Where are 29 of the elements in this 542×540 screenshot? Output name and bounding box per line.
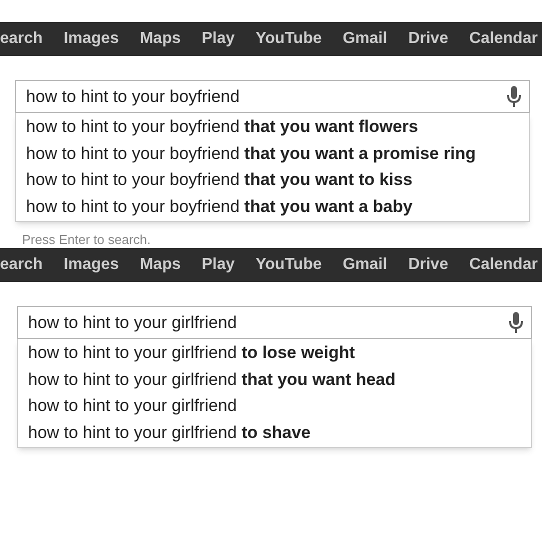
nav-link[interactable]: Calendar: [469, 253, 538, 277]
suggestion-item[interactable]: how to hint to your girlfriend that you want head: [18, 366, 531, 393]
nav-link[interactable]: YouTube: [256, 27, 322, 51]
suggestion-item[interactable]: how to hint to your boyfriend that you want a baby: [16, 194, 529, 220]
suggestion-item[interactable]: how to hint to your girlfriend to shave: [18, 420, 531, 446]
suggestion-item[interactable]: how to hint to your girlfriend to lose weight: [18, 340, 531, 366]
suggestion-item[interactable]: how to hint to your boyfriend that you want flowers: [16, 114, 529, 140]
search-field[interactable]: how to hint to your boyfriend: [15, 80, 530, 113]
nav-link[interactable]: Gmail: [342, 27, 388, 51]
suggestion-item[interactable]: how to hint to your girlfriend: [18, 393, 531, 420]
suggestion-item[interactable]: how to hint to your boyfriend that you want to kiss: [16, 167, 529, 194]
nav-link[interactable]: earch: [0, 27, 43, 51]
nav-link[interactable]: Play: [202, 27, 235, 51]
suggestion-item[interactable]: how to hint to your boyfriend that you want a promise ring: [16, 140, 529, 167]
search-field[interactable]: how to hint to your girlfriend: [17, 306, 532, 339]
microphone-icon[interactable]: [507, 86, 521, 108]
nav-link[interactable]: Play: [202, 253, 235, 277]
nav-link[interactable]: Drive: [408, 27, 448, 51]
nav-link[interactable]: Maps: [140, 27, 181, 51]
hint-text: Press Enter to search.: [21, 231, 152, 248]
nav-link[interactable]: earch: [0, 253, 43, 277]
nav-link[interactable]: Images: [64, 27, 119, 51]
nav-link[interactable]: Drive: [408, 253, 448, 277]
microphone-icon[interactable]: [509, 312, 523, 334]
nav-link[interactable]: Calendar: [469, 27, 538, 51]
nav-link[interactable]: Maps: [140, 253, 181, 277]
nav-link[interactable]: YouTube: [256, 253, 322, 277]
nav-link[interactable]: Images: [64, 253, 119, 277]
nav-link[interactable]: Gmail: [342, 253, 388, 277]
